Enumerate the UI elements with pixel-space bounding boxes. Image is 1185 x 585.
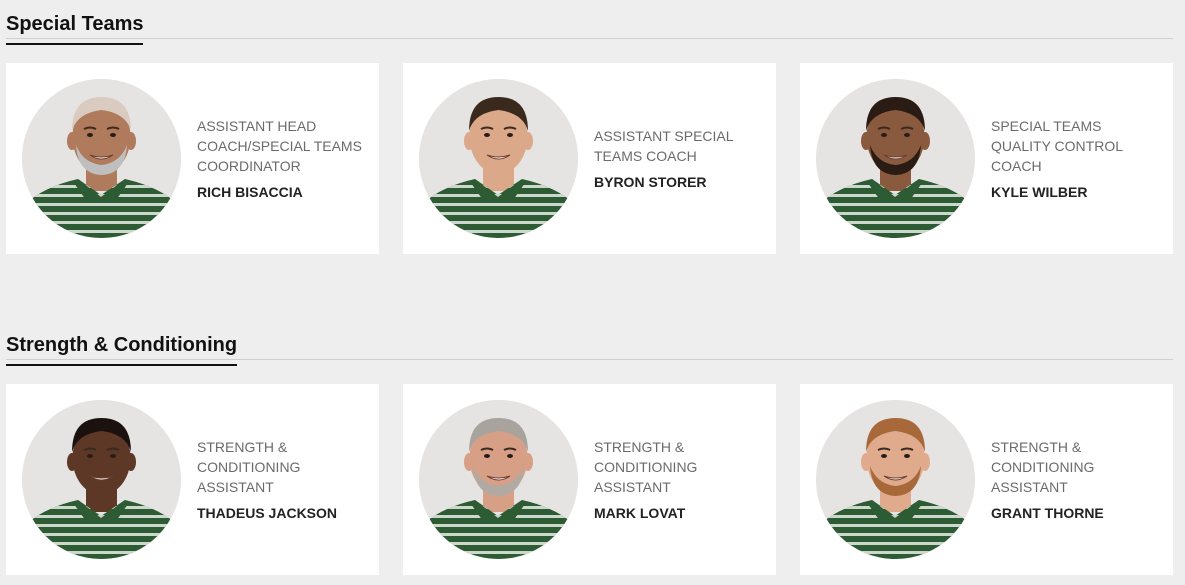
coach-info: STRENGTH & CONDITIONING ASSISTANT THADEU… bbox=[197, 384, 367, 575]
coach-photo bbox=[816, 79, 975, 238]
coach-name: KYLE WILBER bbox=[991, 184, 1088, 200]
coach-title: STRENGTH & CONDITIONING ASSISTANT bbox=[197, 439, 301, 495]
coach-cards: ASSISTANT HEAD COACH/SPECIAL TEAMS COORD… bbox=[6, 63, 1173, 254]
coach-photo bbox=[816, 400, 975, 559]
section-header: Strength & Conditioning bbox=[6, 325, 1173, 366]
section-header: Special Teams bbox=[6, 4, 1173, 45]
coach-headshot-icon bbox=[22, 400, 181, 559]
coach-card[interactable]: ASSISTANT SPECIAL TEAMS COACH BYRON STOR… bbox=[403, 63, 776, 254]
coach-name: MARK LOVAT bbox=[594, 505, 686, 521]
coach-headshot-icon bbox=[419, 400, 578, 559]
coach-info: ASSISTANT HEAD COACH/SPECIAL TEAMS COORD… bbox=[197, 63, 367, 254]
strength-conditioning-section: Strength & Conditioning STRENGTH & CONDI… bbox=[6, 325, 1173, 575]
coach-title: STRENGTH & CONDITIONING ASSISTANT bbox=[594, 439, 698, 495]
coach-photo bbox=[419, 400, 578, 559]
coach-headshot-icon bbox=[419, 79, 578, 238]
coach-info: ASSISTANT SPECIAL TEAMS COACH BYRON STOR… bbox=[594, 63, 764, 254]
section-title: Special Teams bbox=[6, 14, 144, 45]
coach-card[interactable]: STRENGTH & CONDITIONING ASSISTANT THADEU… bbox=[6, 384, 379, 575]
coach-name: THADEUS JACKSON bbox=[197, 505, 338, 521]
special-teams-section: Special Teams ASSISTANT HEAD COACH/SPECI… bbox=[6, 4, 1173, 254]
coach-headshot-icon bbox=[816, 79, 975, 238]
coach-info: SPECIAL TEAMS QUALITY CONTROL COACH KYLE… bbox=[991, 63, 1161, 254]
coach-card[interactable]: SPECIAL TEAMS QUALITY CONTROL COACH KYLE… bbox=[800, 63, 1173, 254]
coach-name: GRANT THORNE bbox=[991, 505, 1104, 521]
section-title: Strength & Conditioning bbox=[6, 335, 238, 366]
coach-title: ASSISTANT HEAD COACH/SPECIAL TEAMS COORD… bbox=[197, 118, 362, 174]
coach-info: STRENGTH & CONDITIONING ASSISTANT MARK L… bbox=[594, 384, 764, 575]
coach-title: ASSISTANT SPECIAL TEAMS COACH bbox=[594, 128, 734, 164]
coach-headshot-icon bbox=[816, 400, 975, 559]
coach-headshot-icon bbox=[22, 79, 181, 238]
coach-info: STRENGTH & CONDITIONING ASSISTANT GRANT … bbox=[991, 384, 1161, 575]
coach-photo bbox=[22, 79, 181, 238]
coach-cards: STRENGTH & CONDITIONING ASSISTANT THADEU… bbox=[6, 384, 1173, 575]
coach-name: RICH BISACCIA bbox=[197, 184, 303, 200]
coach-title: STRENGTH & CONDITIONING ASSISTANT bbox=[991, 439, 1095, 495]
coach-photo bbox=[22, 400, 181, 559]
coach-card[interactable]: STRENGTH & CONDITIONING ASSISTANT MARK L… bbox=[403, 384, 776, 575]
coach-name: BYRON STORER bbox=[594, 174, 707, 190]
coach-title: SPECIAL TEAMS QUALITY CONTROL COACH bbox=[991, 118, 1123, 174]
coach-card[interactable]: ASSISTANT HEAD COACH/SPECIAL TEAMS COORD… bbox=[6, 63, 379, 254]
coach-photo bbox=[419, 79, 578, 238]
coach-card[interactable]: STRENGTH & CONDITIONING ASSISTANT GRANT … bbox=[800, 384, 1173, 575]
